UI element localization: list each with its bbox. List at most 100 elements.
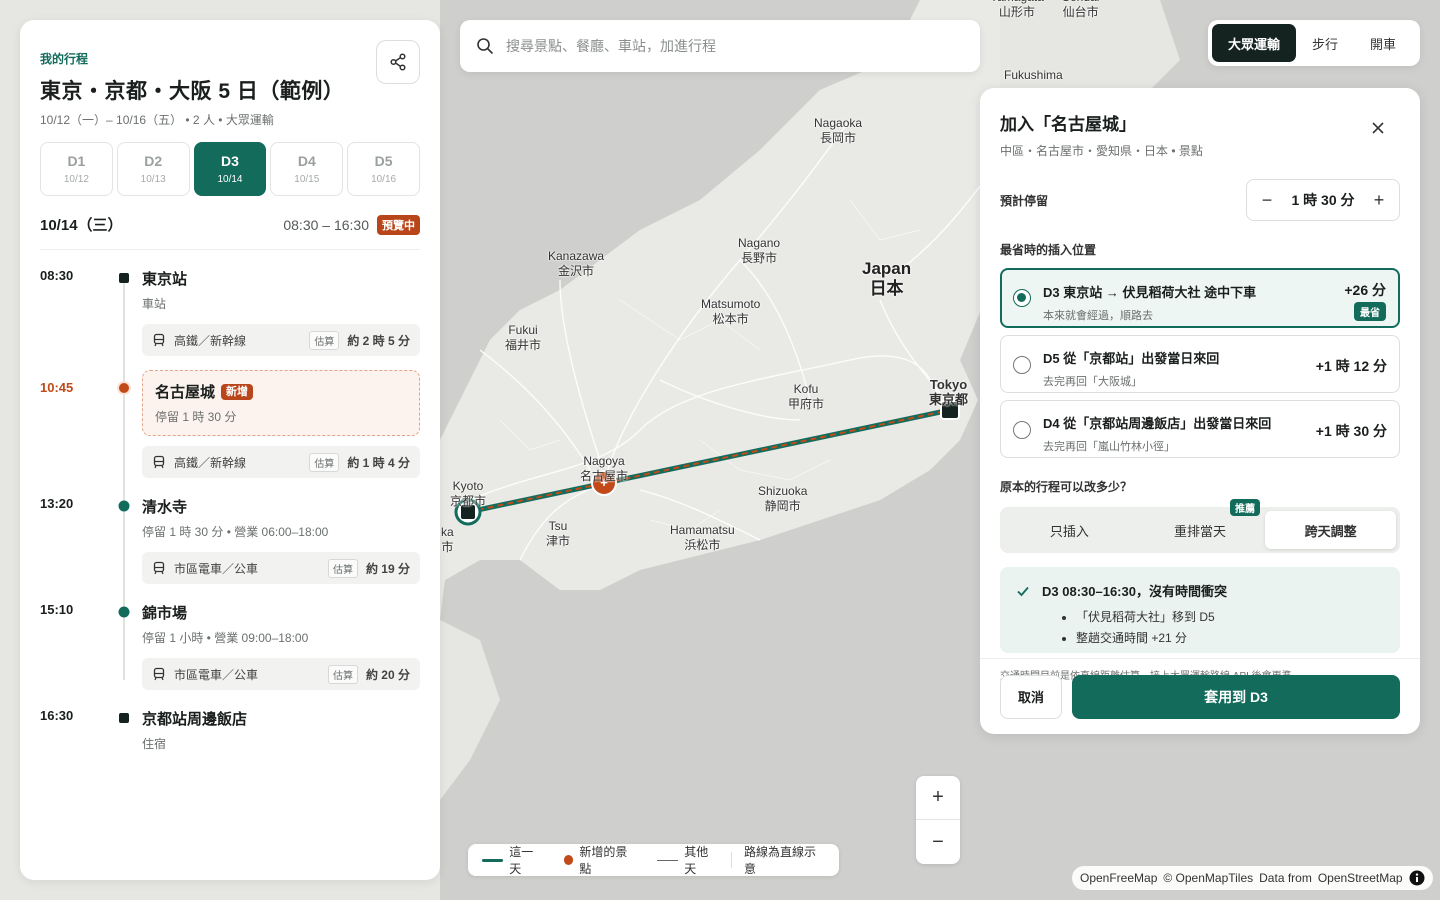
legend-other: 其他天 <box>684 845 709 876</box>
stop-time: 16:30 <box>40 708 74 723</box>
stop-name: 清水寺 <box>142 499 188 516</box>
map-label-tokyo: Tokyo 東京都 <box>929 377 969 407</box>
map-label-sendai: Sendai 仙台市 <box>1062 0 1099 19</box>
option-delta: +26 分 <box>1344 282 1386 298</box>
panel-title: 加入「名古屋城」 <box>1000 115 1136 134</box>
timeline-stop[interactable]: 08:30 東京站 車站 高鐵／新幹線 估算 約 2 時 5 分 <box>40 260 420 356</box>
option-title: D3 東京站 → 伏見稻荷大社 途中下車 <box>1043 285 1257 300</box>
bus-icon <box>153 561 165 575</box>
leg-duration: 約 1 時 4 分 <box>347 455 410 470</box>
day-time-range: 08:30 – 16:30 <box>283 216 369 233</box>
stay-label: 預計停留 <box>1000 193 1049 208</box>
transit-leg[interactable]: 市區電車／公車 估算 約 19 分 <box>142 552 420 584</box>
day-tab-d1[interactable]: D1 10/12 <box>40 142 113 196</box>
stop-time: 08:30 <box>40 268 74 283</box>
map-label-japan: Japan 日本 <box>862 259 912 298</box>
new-badge: 新增 <box>221 384 254 400</box>
check-icon <box>1017 586 1029 596</box>
stay-duration-value: 1 時 30 分 <box>1291 192 1355 208</box>
transit-leg[interactable]: 市區電車／公車 估算 約 20 分 <box>142 658 420 690</box>
map-label-osaka: ka 市 <box>441 525 454 554</box>
radio[interactable] <box>1013 421 1031 439</box>
attrib-osm[interactable]: OpenStreetMap <box>1318 871 1403 885</box>
legend-swatch-other <box>656 859 679 861</box>
leg-mode: 市區電車／公車 <box>174 667 259 682</box>
close-icon <box>1372 122 1384 134</box>
map-label-hamamatsu: Hamamatsu 浜松市 <box>670 523 735 552</box>
stop-time: 13:20 <box>40 496 74 511</box>
map-label-nagano: Nagano 長野市 <box>738 236 781 265</box>
result-summary: D3 08:30–16:30，沒有時間衝突 「伏見稻荷大社」移到 D5 整趟交通… <box>1000 567 1400 653</box>
day-date: 10/14（三） <box>40 217 123 234</box>
segment-insert-only[interactable]: 只插入 <box>1004 511 1135 549</box>
stop-name: 東京站 <box>142 271 188 288</box>
stop-marker-icon <box>118 606 130 618</box>
search-input[interactable] <box>506 38 946 54</box>
transit-leg[interactable]: 高鐵／新幹線 估算 約 1 時 4 分 <box>142 446 420 478</box>
segment-cross-day[interactable]: 跨天調整 <box>1265 511 1397 549</box>
timeline-stop[interactable]: 15:10 錦市場 停留 1 小時 • 營業 09:00–18:00 市區電車／… <box>40 594 420 690</box>
stop-sub: 車站 <box>142 297 167 311</box>
day-tab-d4[interactable]: D4 10/15 <box>270 142 344 196</box>
insert-position-label: 最省時的插入位置 <box>1000 243 1097 257</box>
added-stop-card[interactable]: 名古屋城 新增 停留 1 時 30 分 <box>142 370 420 436</box>
share-button[interactable] <box>376 40 420 84</box>
attrib-openfreemap[interactable]: OpenFreeMap <box>1080 871 1157 885</box>
day-tab-d3[interactable]: D3 10/14 <box>193 142 267 196</box>
leg-mode: 市區電車／公車 <box>174 561 259 576</box>
stop-sub: 停留 1 時 30 分 <box>155 410 237 424</box>
legend-today: 這一天 <box>509 845 534 876</box>
decrease-button[interactable]: − <box>1259 191 1275 209</box>
map-label-matsumoto: Matsumoto 松本市 <box>701 297 761 326</box>
increase-button[interactable]: + <box>1371 191 1387 209</box>
day-tab-d5[interactable]: D5 10/16 <box>347 142 420 196</box>
result-list: 「伏見稻荷大社」移到 D5 整趟交通時間 +21 分 <box>1016 608 1384 646</box>
stop-sub: 停留 1 小時 • 營業 09:00–18:00 <box>142 631 309 645</box>
map-label-shizuoka: Shizuoka 静岡市 <box>758 484 808 513</box>
day-header: 10/14（三） 08:30 – 16:30 預覽中 <box>40 214 420 250</box>
mode-transit[interactable]: 大眾運輸 <box>1212 24 1296 62</box>
option-delta: +1 時 12 分 <box>1315 358 1387 374</box>
timeline-stop[interactable]: 13:20 清水寺 停留 1 時 30 分 • 營業 06:00–18:00 市… <box>40 488 420 584</box>
segment-reorder-day[interactable]: 重排當天 <box>1135 511 1266 549</box>
legend-added: 新增的景點 <box>579 845 628 876</box>
option-sub: 本來就會經過，順路去 <box>1043 310 1153 322</box>
insert-option-d3[interactable]: D3 東京站 → 伏見稻荷大社 途中下車 本來就會經過，順路去 +26 分 最省 <box>1000 268 1400 328</box>
map-label-nagoya: Nagoya 名古屋市 <box>580 454 629 483</box>
leg-mode: 高鐵／新幹線 <box>174 455 247 470</box>
panel-footer: 取消 套用到 D3 <box>980 658 1420 734</box>
mode-drive[interactable]: 開車 <box>1354 24 1412 62</box>
search-bar[interactable] <box>460 20 980 72</box>
radio[interactable] <box>1013 356 1031 374</box>
zoom-out-button[interactable]: − <box>916 820 960 864</box>
added-stop-marker-icon <box>117 381 131 395</box>
option-delta: +1 時 30 分 <box>1315 423 1387 439</box>
change-scope-segmented: 只插入 重排當天 跨天調整 推薦 <box>1000 499 1400 553</box>
stay-duration-stepper: − 1 時 30 分 + <box>1246 179 1400 221</box>
insert-option-d4[interactable]: D4 從「京都站周邊飯店」出發當日來回 去完再回「嵐山竹林小徑」 +1 時 30… <box>1000 400 1400 458</box>
cancel-button[interactable]: 取消 <box>1000 674 1062 719</box>
map-label-fukushima: Fukushima <box>1004 68 1063 82</box>
timeline-stop[interactable]: 16:30 京都站周邊飯店 住宿 <box>40 700 420 752</box>
map-label-kofu: Kofu 甲府市 <box>788 382 825 411</box>
map-label-tsu: Tsu 津市 <box>546 519 571 548</box>
station-marker-icon <box>119 273 129 283</box>
estimate-badge: 估算 <box>327 664 358 684</box>
day-tab-d2[interactable]: D2 10/13 <box>116 142 190 196</box>
apply-button[interactable]: 套用到 D3 <box>1072 674 1400 719</box>
attrib-openmaptiles[interactable]: © OpenMapTiles <box>1163 871 1253 885</box>
radio-selected[interactable] <box>1013 289 1031 307</box>
info-icon[interactable] <box>1409 870 1425 886</box>
stop-time: 10:45 <box>40 380 74 395</box>
trip-meta: 10/12（一）– 10/16（五） • 2 人 • 大眾運輸 <box>40 113 274 127</box>
stop-marker-icon <box>118 500 130 512</box>
timeline-stop-added[interactable]: 10:45 名古屋城 新增 停留 1 時 30 分 高鐵／新幹線 估算 約 1 時… <box>40 368 420 478</box>
result-item: 整趟交通時間 +21 分 <box>1076 629 1384 646</box>
map-legend: 這一天 新增的景點 其他天 路線為直線示意 <box>468 844 839 876</box>
zoom-in-button[interactable]: + <box>916 776 960 820</box>
map-label-nagaoka: Nagaoka 長岡市 <box>814 116 863 145</box>
insert-option-d5[interactable]: D5 從「京都站」出發當日來回 去完再回「大阪城」 +1 時 12 分 <box>1000 335 1400 393</box>
close-button[interactable] <box>1368 118 1388 138</box>
mode-walk[interactable]: 步行 <box>1296 24 1354 62</box>
transit-leg[interactable]: 高鐵／新幹線 估算 約 2 時 5 分 <box>142 324 420 356</box>
